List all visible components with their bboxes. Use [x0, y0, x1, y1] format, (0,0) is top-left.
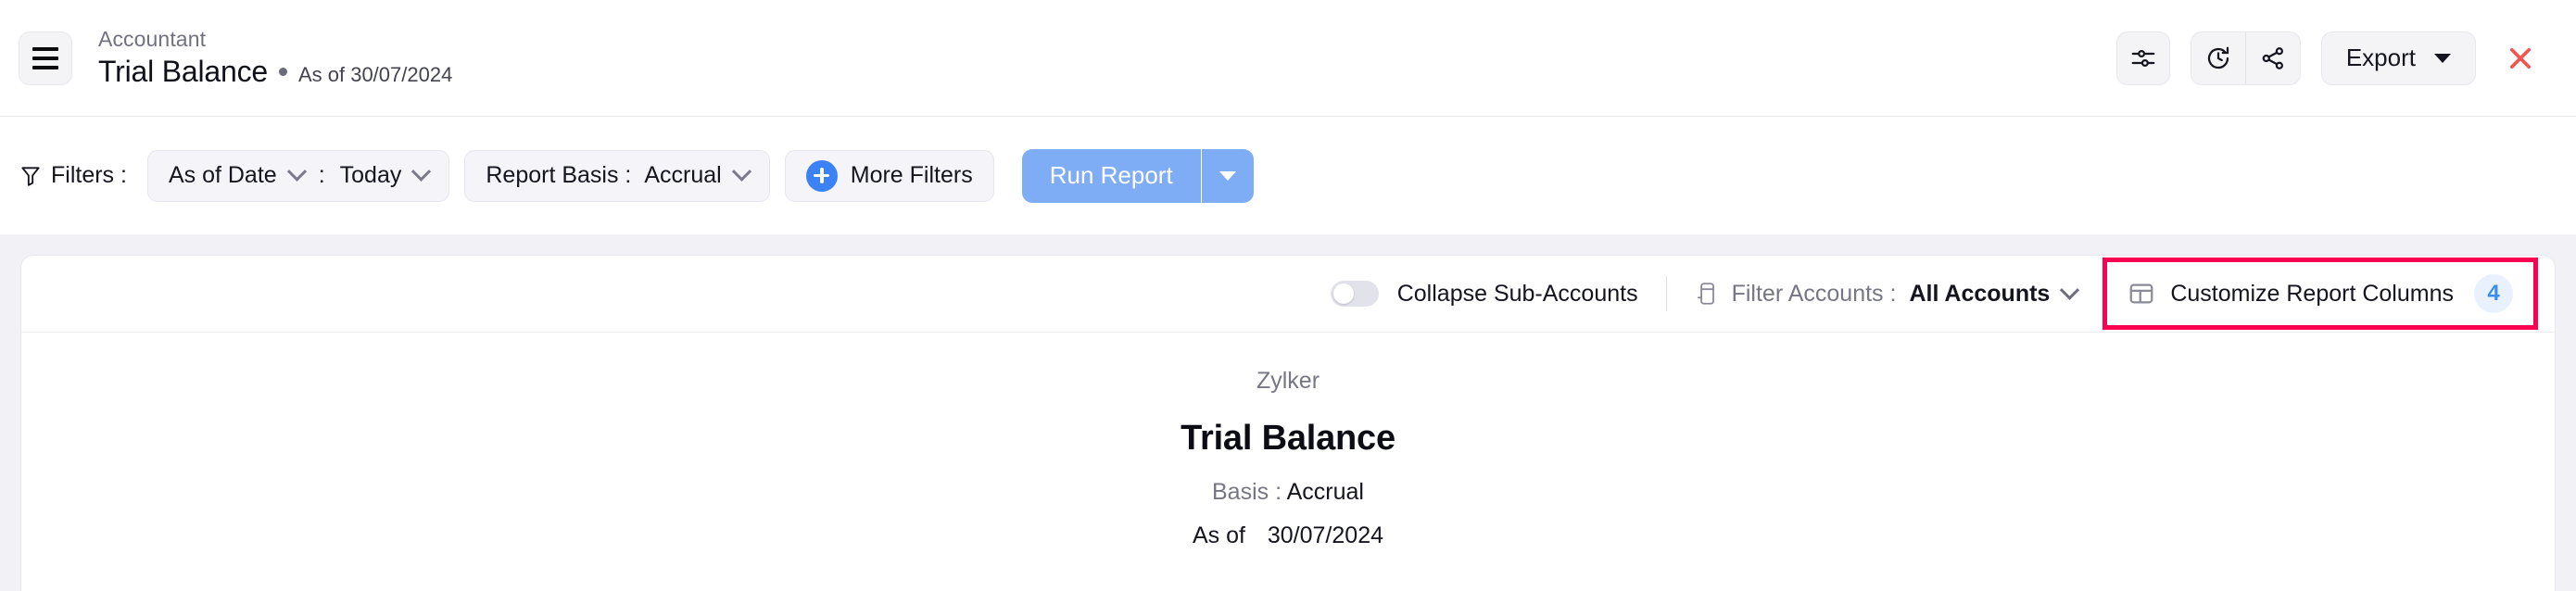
- sliders-icon[interactable]: [2115, 31, 2170, 85]
- chevron-down-icon[interactable]: [411, 161, 432, 182]
- report-basis-value: Accrual: [1286, 479, 1364, 505]
- report-basis-label: Report Basis :: [486, 162, 632, 188]
- hamburger-bar: [32, 65, 58, 69]
- accounts-column-icon: [1697, 283, 1714, 305]
- more-filters-button[interactable]: More Filters: [784, 149, 994, 202]
- export-button[interactable]: Export: [2320, 31, 2476, 85]
- report-title: Trial Balance: [1181, 419, 1395, 458]
- funnel-icon: [21, 166, 40, 186]
- report-basis-separator: :: [1275, 479, 1282, 505]
- run-report-button[interactable]: Run Report: [1021, 148, 1201, 203]
- run-report-divider: [1200, 148, 1202, 203]
- page-title-block: Accountant Trial Balance As of 30/07/202…: [98, 27, 452, 89]
- filters-label: Filters :: [51, 162, 127, 188]
- chevron-down-icon[interactable]: [2060, 280, 2080, 300]
- organization-name: Zylker: [1256, 368, 1320, 394]
- plus-circle-icon: [805, 159, 838, 192]
- toggle-knob: [1332, 283, 1354, 304]
- toolbar-divider: [1665, 276, 1667, 311]
- content-area: Collapse Sub-Accounts Filter Accounts : …: [0, 234, 2576, 591]
- share-nodes-icon[interactable]: [2246, 32, 2300, 84]
- chevron-down-icon[interactable]: [286, 161, 307, 182]
- filter-accounts-label: Filter Accounts :: [1731, 280, 1897, 307]
- run-report-dropdown-button[interactable]: [1201, 148, 1254, 203]
- table-columns-icon: [2129, 283, 2153, 304]
- report-body: Zylker Trial Balance Basis : Accrual As …: [21, 333, 2555, 591]
- app-root: Accountant Trial Balance As of 30/07/202…: [0, 0, 2576, 591]
- as-of-date-separator: :: [318, 162, 325, 188]
- filters-label-group: Filters :: [19, 162, 127, 189]
- chevron-down-icon: [1219, 170, 1236, 181]
- filter-accounts-control[interactable]: Filter Accounts : All Accounts: [1695, 280, 2080, 308]
- chevron-down-icon: [2434, 53, 2451, 63]
- report-asof-value: 30/07/2024: [1267, 522, 1383, 548]
- app-header: Accountant Trial Balance As of 30/07/202…: [0, 0, 2576, 117]
- export-button-label: Export: [2345, 44, 2416, 71]
- report-toolbar: Collapse Sub-Accounts Filter Accounts : …: [21, 256, 2555, 333]
- filter-bar: Filters : As of Date : Today Report Basi…: [0, 117, 2576, 234]
- hamburger-menu-icon[interactable]: [19, 31, 72, 85]
- more-filters-label: More Filters: [850, 162, 973, 188]
- header-actions: Export: [2115, 31, 2541, 85]
- title-separator-dot: [278, 68, 287, 76]
- page-subtitle: As of 30/07/2024: [297, 63, 453, 86]
- report-basis-line: Basis : Accrual: [1212, 479, 1364, 506]
- close-x-icon[interactable]: [2500, 38, 2541, 79]
- report-basis-filter[interactable]: Report Basis : Accrual: [464, 149, 770, 202]
- report-basis-label: Basis: [1212, 479, 1269, 505]
- report-basis-value: Accrual: [644, 162, 722, 188]
- report-card: Collapse Sub-Accounts Filter Accounts : …: [20, 255, 2556, 591]
- page-title: Trial Balance: [98, 55, 268, 88]
- customize-report-columns-highlight: Customize Report Columns 4: [2102, 258, 2538, 330]
- customize-columns-count-badge: 4: [2474, 274, 2513, 313]
- chevron-down-icon[interactable]: [731, 161, 751, 182]
- report-asof-line: As of 30/07/2024: [1193, 522, 1383, 549]
- report-asof-label: As of: [1192, 522, 1245, 548]
- customize-report-columns-label: Customize Report Columns: [2170, 280, 2454, 307]
- schedule-share-group: [2190, 31, 2301, 85]
- as-of-date-field-label: As of Date: [168, 162, 277, 188]
- collapse-sub-accounts-toggle[interactable]: Collapse Sub-Accounts: [1330, 280, 1638, 308]
- title-row: Trial Balance As of 30/07/2024: [98, 55, 452, 89]
- clock-refresh-icon[interactable]: [2191, 32, 2245, 84]
- customize-report-columns-button[interactable]: Customize Report Columns 4: [2118, 270, 2522, 317]
- filter-accounts-value: All Accounts: [1909, 280, 2051, 307]
- run-report-group: Run Report: [1021, 148, 1254, 203]
- run-report-label: Run Report: [1049, 161, 1173, 189]
- hamburger-bar: [32, 46, 58, 51]
- toggle-track: [1330, 281, 1379, 307]
- as-of-date-value: Today: [339, 162, 402, 188]
- breadcrumb: Accountant: [98, 27, 207, 51]
- collapse-sub-accounts-label: Collapse Sub-Accounts: [1396, 280, 1638, 307]
- as-of-date-filter[interactable]: As of Date : Today: [146, 149, 450, 202]
- hamburger-bar: [32, 56, 58, 60]
